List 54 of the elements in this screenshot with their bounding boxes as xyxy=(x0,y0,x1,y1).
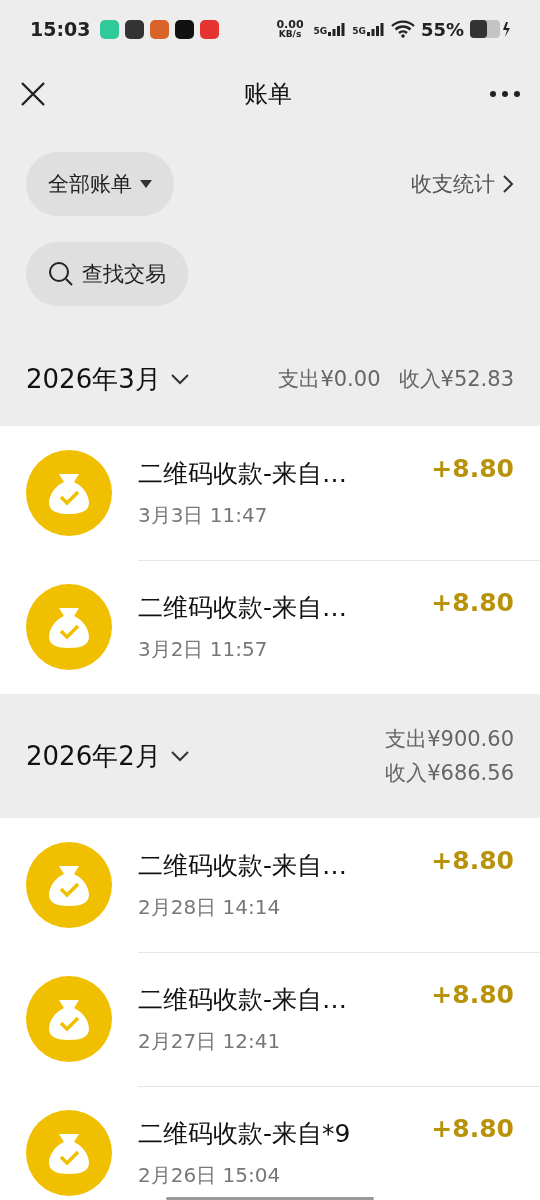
month-summary: 支出¥0.00 xyxy=(278,366,381,393)
transaction-title: 二维码收款-来自… xyxy=(138,849,349,882)
money-bag-icon xyxy=(26,584,112,670)
network-speed-unit: KB/s xyxy=(278,30,302,39)
transaction-time: 3月3日 11:47 xyxy=(138,501,269,529)
signal-icon xyxy=(328,22,347,36)
transaction-time: 2月26日 15:04 xyxy=(138,1162,282,1189)
transaction-row[interactable]: 二维码收款-来自… 3月2日 11:57 +8.80 xyxy=(0,560,540,694)
transaction-amount: +8.80 xyxy=(431,979,514,1009)
search-button[interactable]: 查找交易 xyxy=(26,242,188,306)
month-summary: 收入¥52.83 xyxy=(398,366,514,393)
month-summary: 收入¥686.56 xyxy=(385,760,514,787)
network-type: 5G xyxy=(313,26,328,36)
transaction-title: 二维码收款-来自… xyxy=(138,983,349,1016)
transaction-row[interactable]: 二维码收款-来自… 2月27日 12:41 +8.80 xyxy=(0,952,540,1086)
stats-link[interactable]: 收支统计 xyxy=(411,170,514,198)
battery-icon xyxy=(470,20,512,38)
transaction-title: 二维码收款-来自… xyxy=(138,592,349,624)
transaction-title: 二维码收款-来自*9 xyxy=(138,1118,352,1150)
page-title: 账单 xyxy=(244,79,292,110)
transaction-amount: +8.80 xyxy=(431,588,514,617)
more-icon xyxy=(490,91,520,97)
close-icon xyxy=(20,81,46,107)
transaction-title: 二维码收款-来自… xyxy=(138,457,349,490)
month-selector[interactable]: 2026年3月 xyxy=(26,361,189,397)
wifi-icon xyxy=(390,20,415,38)
month-selector[interactable]: 2026年2月 xyxy=(26,738,189,774)
transaction-row[interactable]: 二维码收款-来自… 3月3日 11:47 +8.80 xyxy=(0,426,540,560)
clock-time: 15:03 xyxy=(30,18,91,40)
money-bag-icon xyxy=(26,1110,112,1196)
network-speed: 0.00 xyxy=(276,19,304,30)
month-summary: 支出¥900.60 xyxy=(385,726,514,753)
signal-icon xyxy=(366,22,385,36)
money-bag-icon xyxy=(26,976,112,1062)
money-bag-icon xyxy=(26,450,112,536)
transaction-time: 2月27日 12:41 xyxy=(138,1027,282,1055)
search-icon xyxy=(48,261,74,287)
bill-filter-dropdown[interactable]: 全部账单 xyxy=(26,152,174,216)
chevron-down-icon xyxy=(170,373,189,385)
chevron-right-icon xyxy=(503,175,514,193)
transaction-time: 2月28日 14:14 xyxy=(138,893,282,921)
caret-icon xyxy=(140,180,152,188)
more-button[interactable] xyxy=(490,91,520,97)
chevron-down-icon xyxy=(170,750,189,762)
network-type: 5G xyxy=(352,26,366,36)
transaction-amount: +8.80 xyxy=(431,845,514,875)
battery-percent: 55% xyxy=(420,18,464,40)
transaction-amount: +8.80 xyxy=(431,453,514,483)
money-bag-icon xyxy=(26,842,112,928)
transaction-row[interactable]: 二维码收款-来自… 2月28日 14:14 +8.80 xyxy=(0,818,540,952)
transaction-amount: +8.80 xyxy=(431,1114,514,1143)
close-button[interactable] xyxy=(20,81,46,107)
transaction-row[interactable]: 二维码收款-来自*9 2月26日 15:04 +8.80 xyxy=(0,1086,540,1200)
transaction-time: 3月2日 11:57 xyxy=(138,636,269,663)
